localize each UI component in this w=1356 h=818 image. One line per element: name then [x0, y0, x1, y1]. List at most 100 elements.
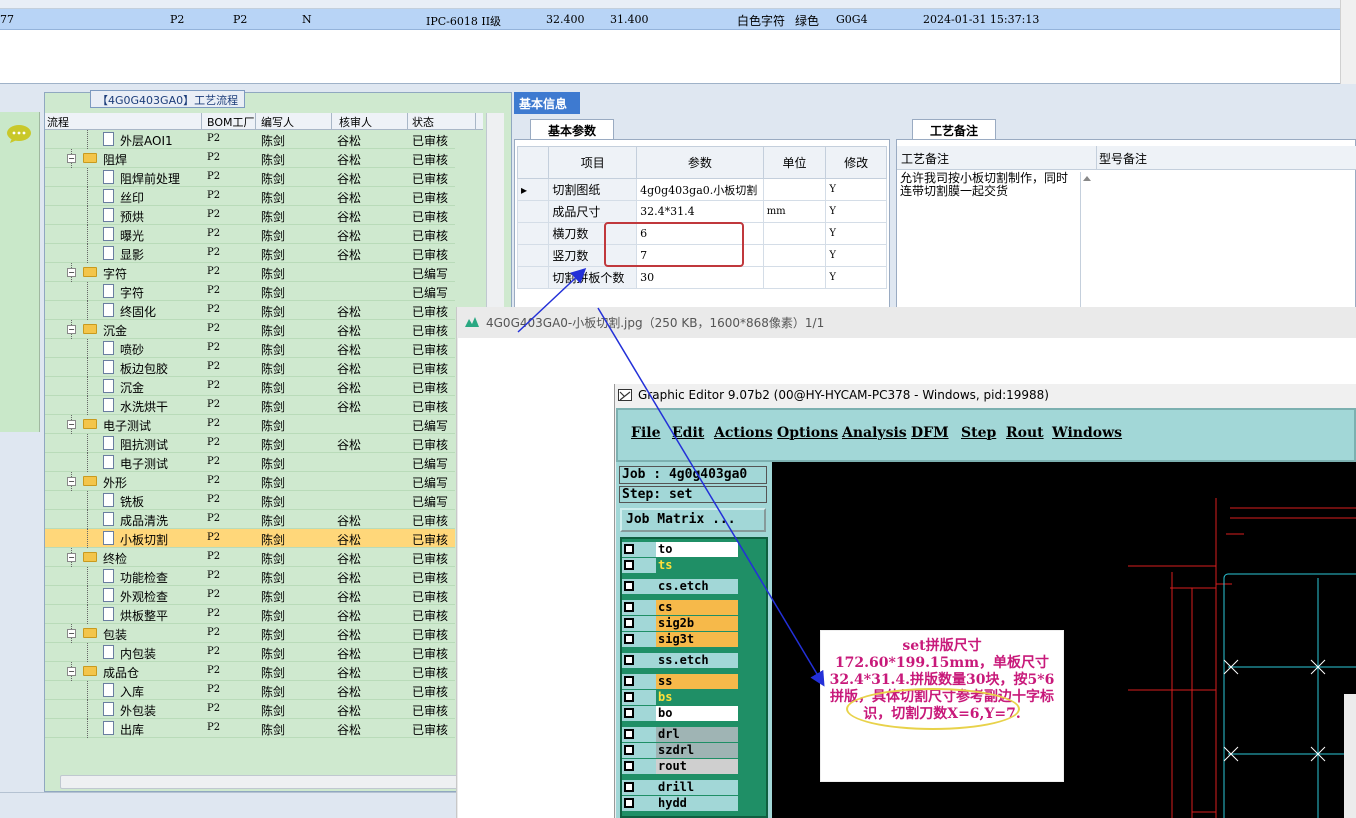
- tree-row[interactable]: 成品清洗 P2 陈剑 谷松 已审核: [45, 510, 455, 529]
- layer-checkbox[interactable]: [624, 602, 634, 612]
- param-value[interactable]: 4g0g403ga0.小板切割: [636, 178, 764, 201]
- layer-name[interactable]: to: [656, 542, 738, 557]
- remark-scrollbar[interactable]: [1080, 172, 1094, 312]
- layer-name[interactable]: sig3t: [656, 632, 738, 647]
- collapse-icon[interactable]: −: [67, 553, 76, 562]
- tree-row[interactable]: − 包装 P2 陈剑 谷松 已审核: [45, 624, 455, 643]
- ge-layer-row[interactable]: cs.etch: [622, 579, 738, 594]
- tree-row[interactable]: 沉金 P2 陈剑 谷松 已审核: [45, 377, 455, 396]
- tree-row[interactable]: 板边包胶 P2 陈剑 谷松 已审核: [45, 358, 455, 377]
- layer-name[interactable]: cs.etch: [656, 579, 738, 594]
- ge-layer-row[interactable]: ss.etch: [622, 653, 738, 668]
- tree-row[interactable]: 功能检查 P2 陈剑 谷松 已审核: [45, 567, 455, 586]
- layer-checkbox[interactable]: [624, 761, 634, 771]
- tree-row[interactable]: − 阻焊 P2 陈剑 谷松 已审核: [45, 149, 455, 168]
- ge-layer-row[interactable]: sig3t: [622, 632, 738, 647]
- layer-name[interactable]: rout: [656, 759, 738, 774]
- layer-name[interactable]: hydd: [656, 796, 738, 811]
- collapse-icon[interactable]: −: [67, 154, 76, 163]
- job-matrix-button[interactable]: Job Matrix ...: [620, 508, 766, 532]
- ge-menu-rout[interactable]: Rout: [1006, 425, 1044, 441]
- layer-name[interactable]: ss.etch: [656, 653, 738, 668]
- collapse-icon[interactable]: −: [67, 477, 76, 486]
- ge-menu-step[interactable]: Step: [961, 425, 996, 441]
- layer-name[interactable]: ts: [656, 558, 738, 573]
- ge-layer-row[interactable]: ts: [622, 558, 738, 573]
- collapse-icon[interactable]: −: [67, 667, 76, 676]
- tree-row[interactable]: 阻抗测试 P2 陈剑 谷松 已审核: [45, 434, 455, 453]
- ge-menu-edit[interactable]: Edit: [672, 425, 704, 441]
- ge-menu-dfm[interactable]: DFM: [911, 425, 949, 441]
- top-grid-scrollbar[interactable]: [1340, 0, 1356, 84]
- layer-name[interactable]: ss: [656, 674, 738, 689]
- layer-checkbox[interactable]: [624, 692, 634, 702]
- layer-name[interactable]: cs: [656, 600, 738, 615]
- tab-basic-params[interactable]: 基本参数: [530, 119, 614, 139]
- layer-checkbox[interactable]: [624, 745, 634, 755]
- tree-row[interactable]: − 字符 P2 陈剑 已编写: [45, 263, 455, 282]
- tab-process-remarks[interactable]: 工艺备注: [912, 119, 996, 139]
- tree-row[interactable]: 喷砂 P2 陈剑 谷松 已审核: [45, 339, 455, 358]
- layer-checkbox[interactable]: [624, 655, 634, 665]
- ge-layer-row[interactable]: cs: [622, 600, 738, 615]
- layer-name[interactable]: szdrl: [656, 743, 738, 758]
- tree-row[interactable]: 终固化 P2 陈剑 谷松 已审核: [45, 301, 455, 320]
- tab-basic-info[interactable]: 基本信息: [514, 92, 580, 114]
- ge-layer-row[interactable]: bo: [622, 706, 738, 721]
- param-header-param[interactable]: 参数: [636, 146, 764, 179]
- ge-layer-row[interactable]: szdrl: [622, 743, 738, 758]
- layer-checkbox[interactable]: [624, 544, 634, 554]
- tree-row[interactable]: 烘板整平 P2 陈剑 谷松 已审核: [45, 605, 455, 624]
- ge-layer-row[interactable]: hydd: [622, 796, 738, 811]
- ge-layer-row[interactable]: sig2b: [622, 616, 738, 631]
- header-factory[interactable]: BOM工厂: [207, 114, 255, 130]
- tree-row[interactable]: − 电子测试 P2 陈剑 已编写: [45, 415, 455, 434]
- param-row[interactable]: 切割拼板个数 30 Y: [516, 266, 887, 289]
- layer-checkbox[interactable]: [624, 782, 634, 792]
- layer-checkbox[interactable]: [624, 560, 634, 570]
- tree-row[interactable]: 内包装 P2 陈剑 谷松 已审核: [45, 643, 455, 662]
- layer-name[interactable]: bo: [656, 706, 738, 721]
- tree-row[interactable]: − 成品仓 P2 陈剑 谷松 已审核: [45, 662, 455, 681]
- collapse-icon[interactable]: −: [67, 420, 76, 429]
- tree-row[interactable]: 阻焊前处理 P2 陈剑 谷松 已审核: [45, 168, 455, 187]
- layer-name[interactable]: drl: [656, 727, 738, 742]
- header-flow[interactable]: 流程: [47, 114, 69, 130]
- ge-layer-row[interactable]: ss: [622, 674, 738, 689]
- param-value[interactable]: 32.4*31.4: [636, 200, 764, 223]
- layer-checkbox[interactable]: [624, 618, 634, 628]
- tree-row[interactable]: 丝印 P2 陈剑 谷松 已审核: [45, 187, 455, 206]
- tree-row[interactable]: 电子测试 P2 陈剑 已编写: [45, 453, 455, 472]
- param-header-unit[interactable]: 单位: [762, 146, 827, 179]
- ge-menu-windows[interactable]: Windows: [1052, 425, 1122, 441]
- tree-row[interactable]: 曝光 P2 陈剑 谷松 已审核: [45, 225, 455, 244]
- tree-row[interactable]: 出库 P2 陈剑 谷松 已审核: [45, 719, 455, 738]
- tree-row[interactable]: 外包装 P2 陈剑 谷松 已审核: [45, 700, 455, 719]
- layer-checkbox[interactable]: [624, 634, 634, 644]
- header-reviewer[interactable]: 核审人: [339, 114, 372, 130]
- tree-row[interactable]: 字符 P2 陈剑 已编写: [45, 282, 455, 301]
- param-row[interactable]: 成品尺寸 32.4*31.4 mm Y: [516, 200, 887, 223]
- collapse-icon[interactable]: −: [67, 629, 76, 638]
- tree-row[interactable]: 水洗烘干 P2 陈剑 谷松 已审核: [45, 396, 455, 415]
- ge-menu-file[interactable]: File: [631, 425, 660, 441]
- layer-name[interactable]: drill: [656, 780, 738, 795]
- param-header-modify[interactable]: 修改: [825, 146, 887, 179]
- tree-horizontal-scrollbar[interactable]: [60, 775, 460, 789]
- tree-row[interactable]: − 外形 P2 陈剑 已编写: [45, 472, 455, 491]
- process-remark-text[interactable]: 允许我司按小板切割制作，同时连带切割膜一起交货: [900, 172, 1076, 198]
- tree-row[interactable]: 外层AOI1 P2 陈剑 谷松 已审核: [45, 130, 455, 149]
- ge-menu-options[interactable]: Options: [777, 425, 838, 441]
- tree-row[interactable]: 预烘 P2 陈剑 谷松 已审核: [45, 206, 455, 225]
- ge-layer-row[interactable]: to: [622, 542, 738, 557]
- tree-row[interactable]: 显影 P2 陈剑 谷松 已审核: [45, 244, 455, 263]
- layer-checkbox[interactable]: [624, 729, 634, 739]
- tree-row[interactable]: 外观检查 P2 陈剑 谷松 已审核: [45, 586, 455, 605]
- ge-layer-row[interactable]: drill: [622, 780, 738, 795]
- scroll-up-icon[interactable]: [1081, 173, 1093, 183]
- ge-layer-row[interactable]: drl: [622, 727, 738, 742]
- collapse-icon[interactable]: −: [67, 268, 76, 277]
- layer-checkbox[interactable]: [624, 798, 634, 808]
- layer-checkbox[interactable]: [624, 581, 634, 591]
- tree-row[interactable]: − 终检 P2 陈剑 谷松 已审核: [45, 548, 455, 567]
